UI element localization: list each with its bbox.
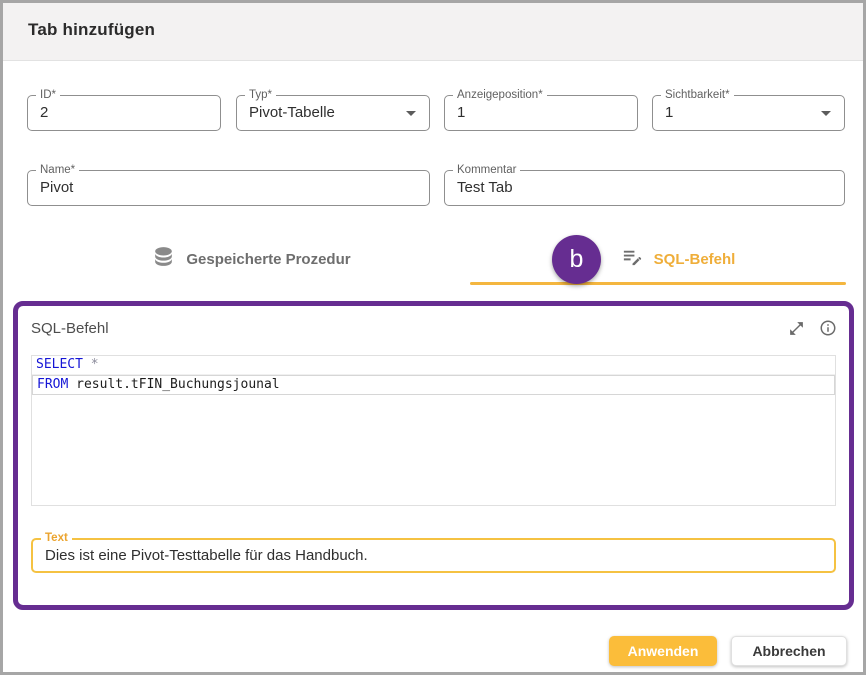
chevron-down-icon[interactable] [821,111,831,116]
anzeigeposition-field-label: Anzeigeposition* [453,89,547,101]
name-field-value: Pivot [40,171,73,205]
sichtbarkeit-select-value: 1 [665,96,673,130]
typ-select[interactable]: Typ* Pivot-Tabelle [236,95,430,131]
chevron-down-icon[interactable] [406,111,416,116]
dialog-title: Tab hinzufügen [28,20,155,40]
abbrechen-button[interactable]: Abbrechen [731,636,847,666]
dialog-header: Tab hinzufügen [3,3,863,61]
active-tab-indicator [470,282,846,285]
sql-keyword: SELECT [36,357,83,372]
tab-gespeicherte-prozedur[interactable]: Gespeicherte Prozedur [103,236,399,282]
anzeigeposition-field-value: 1 [457,96,465,130]
sql-code-line-active: FROM result.tFIN_Buchungsjounal [32,375,835,395]
add-tab-dialog: Tab hinzufügen ID* 2 Typ* Pivot-Tabelle … [0,0,866,675]
id-field-value: 2 [40,96,48,130]
expand-icon[interactable] [788,320,805,337]
sql-keyword: FROM [37,377,68,392]
typ-select-value: Pivot-Tabelle [249,96,335,130]
sql-befehl-panel: SQL-Befehl SELECT * FROM result.tFIN_Buc… [13,301,854,610]
anzeigeposition-field[interactable]: Anzeigeposition* 1 [444,95,638,131]
sichtbarkeit-select[interactable]: Sichtbarkeit* 1 [652,95,845,131]
sql-code-editor[interactable]: SELECT * FROM result.tFIN_Buchungsjounal [31,355,836,506]
sql-panel-title: SQL-Befehl [31,320,109,337]
name-field[interactable]: Name* Pivot [27,170,430,206]
id-field[interactable]: ID* 2 [27,95,221,131]
database-icon [151,244,176,274]
sql-code-line: SELECT * [32,356,835,375]
sql-code-text: result.tFIN_Buchungsjounal [68,377,279,392]
text-field[interactable]: Text Dies ist eine Pivot-Testtabelle für… [31,538,836,573]
tab-sql-befehl-label: SQL-Befehl [654,251,736,268]
anwenden-button[interactable]: Anwenden [609,636,717,666]
text-field-value: Dies ist eine Pivot-Testtabelle für das … [45,540,368,571]
annotation-badge-b: b [552,235,601,284]
kommentar-field-value: Test Tab [457,171,513,205]
sql-code-text: * [83,357,99,372]
info-icon[interactable] [819,319,837,337]
tab-gespeicherte-prozedur-label: Gespeicherte Prozedur [186,251,350,268]
kommentar-field[interactable]: Kommentar Test Tab [444,170,845,206]
edit-note-icon [621,245,644,273]
